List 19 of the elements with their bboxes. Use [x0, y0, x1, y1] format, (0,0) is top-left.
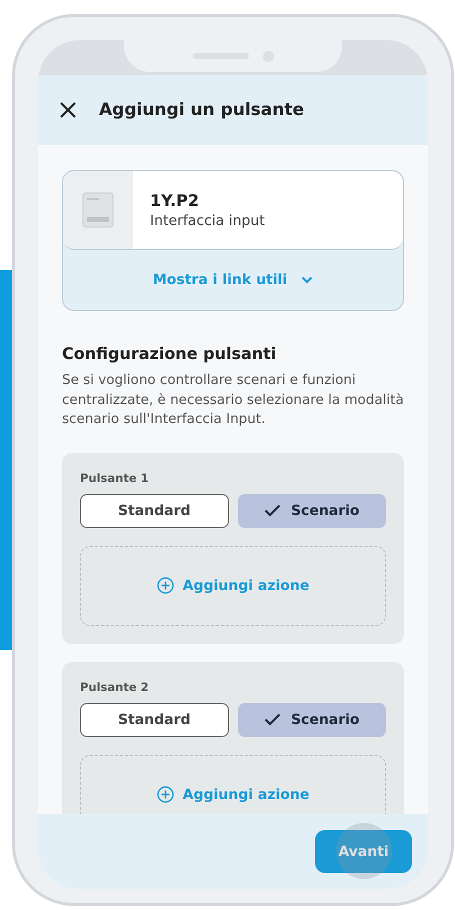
chevron-down-icon	[301, 276, 314, 284]
button-label: Pulsante 2	[80, 680, 150, 694]
check-icon	[264, 713, 281, 726]
section-description: Se si vogliono controllare scenari e funzioni centralizzate, è necessario selezionare la modalità scenario sull'Interfaccia Input.	[62, 371, 404, 429]
page-title: Aggiungi un pulsante	[99, 100, 304, 120]
close-button[interactable]	[59, 101, 77, 119]
button-label: Pulsante 1	[80, 470, 150, 484]
mode-option[interactable]: Scenario	[238, 494, 386, 528]
close-icon	[59, 101, 77, 119]
mode-option[interactable]: Scenario	[238, 702, 386, 736]
mode-option[interactable]: Standard	[80, 702, 228, 736]
check-icon	[264, 504, 281, 517]
plus-circle-icon	[156, 577, 174, 594]
mode-option[interactable]: Standard	[80, 494, 228, 528]
device-type: Interfaccia input	[150, 213, 265, 229]
module-drawing	[82, 192, 114, 228]
device-name: 1Y.P2	[150, 191, 200, 210]
plus-circle-icon	[156, 786, 174, 803]
section-title: Configurazione pulsanti	[62, 344, 278, 363]
